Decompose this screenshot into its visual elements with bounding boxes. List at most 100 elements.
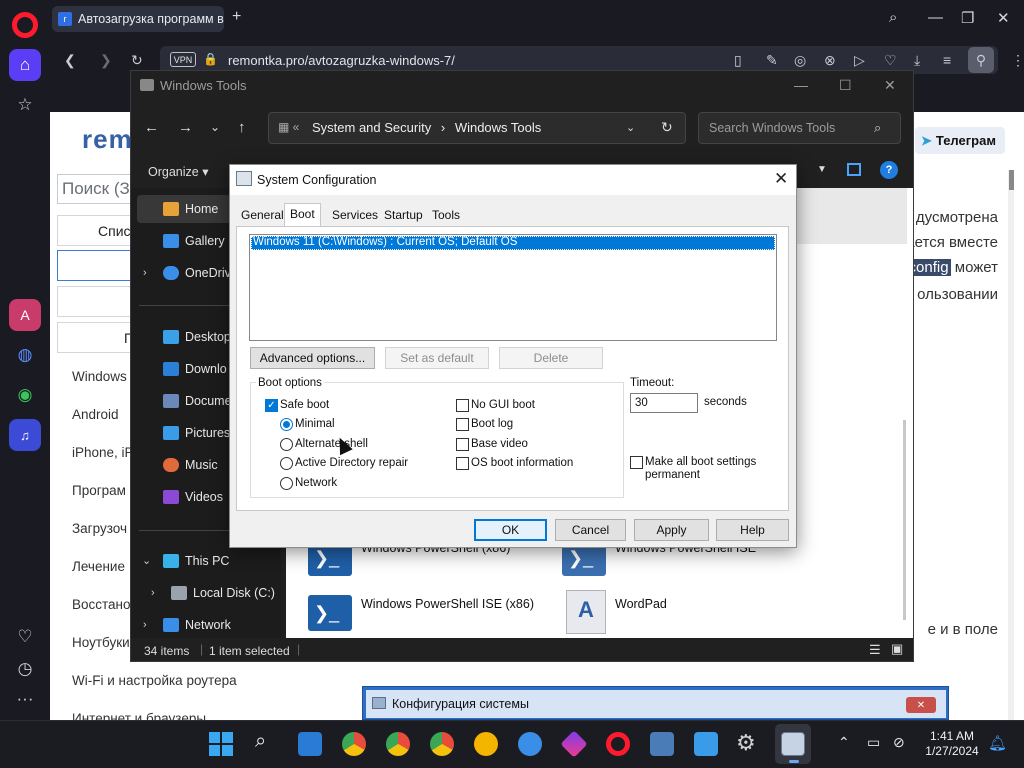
tab-services[interactable]: Services	[327, 205, 383, 225]
site-search-input[interactable]: Поиск (З	[57, 174, 137, 204]
home-speed-dial-icon[interactable]: ⌂	[9, 49, 41, 81]
tiles-view-icon[interactable]: ▣	[891, 641, 903, 657]
new-tab-plus-icon[interactable]: +	[232, 8, 241, 26]
star-icon[interactable]: ☆	[9, 89, 41, 121]
play-icon[interactable]: ▷	[854, 52, 865, 69]
minimal-label[interactable]: Minimal	[295, 418, 335, 430]
help-button[interactable]: Help	[716, 519, 789, 541]
safe-boot-label[interactable]: Safe boot	[280, 399, 329, 411]
camera-icon[interactable]: ◎	[794, 52, 806, 69]
nav-item-documents[interactable]: Docume	[185, 394, 232, 408]
menu-link-internet[interactable]: Интернет и браузеры	[72, 711, 206, 720]
nav-item-pictures[interactable]: Pictures	[185, 426, 230, 440]
tool-item-label[interactable]: WordPad	[615, 597, 667, 611]
music-player-icon[interactable]: ♫	[9, 419, 41, 451]
expand-chevron-icon[interactable]: ›	[151, 587, 155, 599]
menu-link-android[interactable]: Android	[72, 407, 119, 422]
explorer-search-input[interactable]: Search Windows Tools	[698, 112, 901, 144]
adblock-icon[interactable]: ⊗	[824, 52, 836, 69]
nav-item-gallery[interactable]: Gallery	[185, 234, 225, 248]
nav-item-downloads[interactable]: Downlo	[185, 362, 227, 376]
details-view-icon[interactable]: ☰	[869, 642, 881, 658]
whatsapp-icon[interactable]: ◉	[9, 379, 41, 411]
boot-log-checkbox[interactable]	[456, 418, 469, 431]
volume-muted-icon[interactable]: ⊘	[893, 734, 905, 751]
network-radio[interactable]	[280, 477, 293, 490]
vpn-badge[interactable]: VPN	[170, 52, 196, 67]
aria-icon[interactable]: A	[9, 299, 41, 331]
tab-startup[interactable]: Startup	[379, 205, 428, 225]
page-scroll-thumb[interactable]	[1009, 170, 1014, 190]
ok-button[interactable]: OK	[474, 519, 547, 541]
make-permanent-label[interactable]: Make all boot settings	[645, 456, 756, 468]
nav-item-home[interactable]: Home	[185, 202, 218, 216]
page-scrollbar[interactable]	[1008, 170, 1014, 720]
nav-item-onedrive[interactable]: OneDriv	[185, 266, 231, 280]
nav-item-network[interactable]: Network	[185, 618, 231, 632]
set-as-default-button[interactable]: Set as default	[385, 347, 489, 369]
base-video-label[interactable]: Base video	[471, 438, 528, 450]
browser-tab-active[interactable]: r Автозагрузка программ в ✕	[52, 6, 224, 32]
start-button-icon[interactable]	[209, 732, 233, 756]
chrome-beta-icon[interactable]	[386, 732, 410, 756]
ru-config-close-icon[interactable]: ✕	[906, 697, 936, 713]
menu-link-programs[interactable]: Програм	[72, 483, 126, 498]
explorer-recent-icon[interactable]: ⌄	[210, 120, 220, 134]
explorer-back-icon[interactable]: ←	[144, 119, 159, 136]
menu-link-laptops[interactable]: Ноутбуки	[72, 635, 130, 650]
nav-item-desktop[interactable]: Desktop	[185, 330, 231, 344]
view-dropdown-icon[interactable]: ▼	[817, 164, 827, 175]
search-icon[interactable]: ⌕	[255, 730, 266, 753]
site-logo[interactable]: rem	[82, 124, 133, 155]
close-browser-icon[interactable]: ✕	[997, 9, 1010, 27]
breadcrumb-item[interactable]: Windows Tools	[455, 120, 541, 135]
taskbar-clock[interactable]: 1:41 AM 1/27/2024	[922, 729, 982, 759]
messenger-icon[interactable]: ◍	[9, 339, 41, 371]
content-scrollbar[interactable]	[903, 420, 906, 620]
menu-more-icon[interactable]: ⋮	[1011, 52, 1024, 69]
msconfig-taskbar-icon[interactable]	[781, 732, 805, 756]
nav-item-videos[interactable]: Videos	[185, 490, 223, 504]
address-dropdown-icon[interactable]: ⌄	[626, 121, 635, 134]
menu-link-recovery[interactable]: Восстано	[72, 597, 131, 612]
cancel-button[interactable]: Cancel	[555, 519, 626, 541]
explorer-forward-icon[interactable]: →	[178, 119, 193, 136]
explorer-up-icon[interactable]: ↑	[238, 119, 246, 136]
menu-link-treatment[interactable]: Лечение	[72, 559, 125, 574]
site-box-3[interactable]	[57, 286, 137, 317]
expand-chevron-icon[interactable]: ›	[143, 619, 147, 631]
chromium-icon[interactable]	[518, 732, 542, 756]
easy-setup-icon[interactable]: ≡	[943, 52, 951, 68]
settings-gear-icon[interactable]: ⚙	[736, 730, 756, 756]
site-box-4[interactable]: П	[57, 322, 137, 353]
alternate-shell-label[interactable]: Alternate shell	[295, 438, 368, 450]
os-list-item-selected[interactable]: Windows 11 (C:\Windows) : Current OS; De…	[251, 236, 775, 250]
chrome-canary-icon[interactable]	[474, 732, 498, 756]
preview-pane-icon[interactable]	[847, 163, 861, 176]
ad-repair-radio[interactable]	[280, 457, 293, 470]
minimal-radio[interactable]	[280, 418, 293, 431]
make-permanent-checkbox[interactable]	[630, 456, 643, 469]
tab-general[interactable]: General	[236, 205, 289, 225]
opera-taskbar-icon[interactable]	[606, 732, 630, 756]
network-tray-icon[interactable]: ▭	[867, 734, 880, 751]
reload-icon[interactable]: ↻	[131, 52, 143, 69]
edit-icon[interactable]: ✎	[766, 52, 778, 69]
network-label[interactable]: Network	[295, 477, 337, 489]
copilot-icon[interactable]	[298, 732, 322, 756]
apply-button[interactable]: Apply	[634, 519, 709, 541]
ru-config-titlebar[interactable]: Конфигурация системы	[366, 690, 946, 718]
site-box-1[interactable]: Спис	[57, 215, 137, 246]
menu-link-wifi[interactable]: Wi-Fi и настройка роутера	[72, 673, 237, 688]
alternate-shell-radio[interactable]	[280, 438, 293, 451]
tool-item-label[interactable]: Windows PowerShell ISE (x86)	[361, 597, 534, 611]
history-clock-icon[interactable]: ◷	[9, 653, 41, 685]
collapse-chevron-icon[interactable]: ⌄	[142, 554, 151, 567]
safe-boot-checkbox[interactable]: ✓	[265, 399, 278, 412]
reader-icon[interactable]: ▯	[734, 52, 742, 69]
ad-repair-label[interactable]: Active Directory repair	[295, 457, 408, 469]
explorer-close-icon[interactable]: ✕	[884, 77, 896, 94]
os-list[interactable]	[249, 234, 777, 341]
download-icon[interactable]: ⤓	[914, 52, 920, 69]
nav-item-this-pc[interactable]: This PC	[185, 554, 229, 568]
